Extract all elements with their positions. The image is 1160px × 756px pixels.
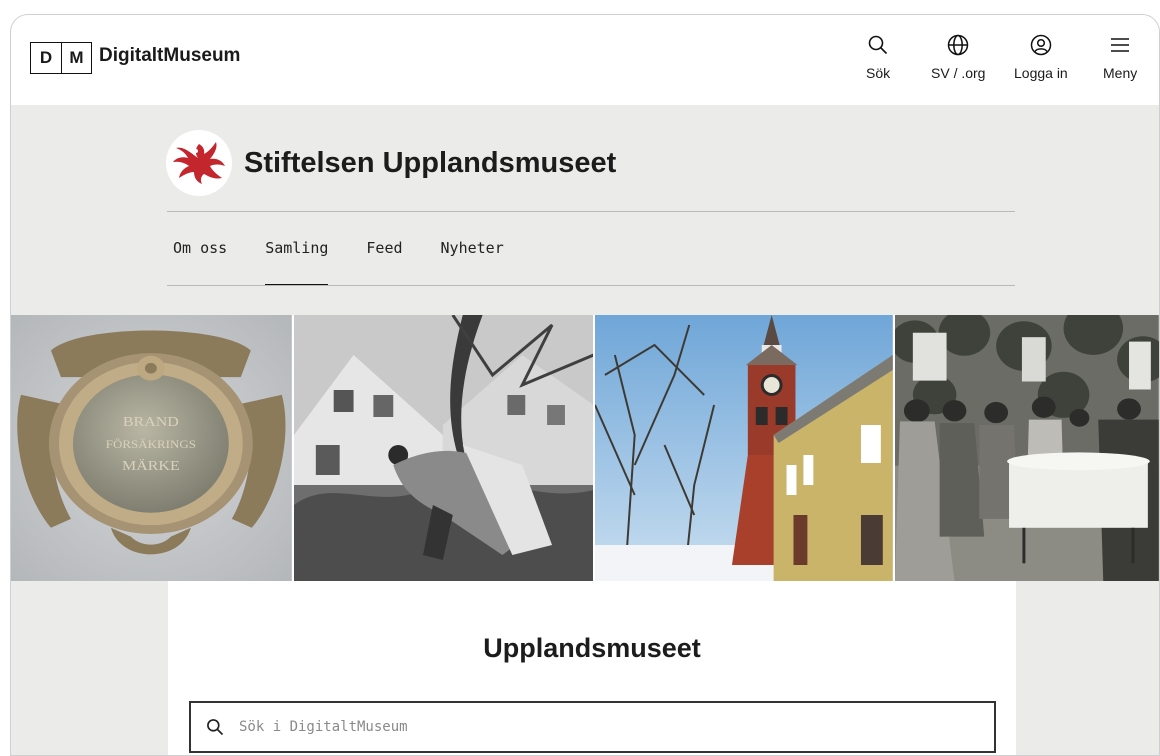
site-header: D M DigitaltMuseum Sök SV / .org Logga i… <box>11 15 1159 105</box>
search-icon <box>868 35 888 55</box>
tab-samling[interactable]: Samling <box>246 211 347 286</box>
org-header: Stiftelsen Upplandsmuseet <box>166 130 616 196</box>
group-photo[interactable] <box>893 315 1159 581</box>
login-label: Logga in <box>1014 65 1068 81</box>
search-field-icon <box>207 719 224 736</box>
museum-title: Upplandsmuseet <box>483 633 701 663</box>
search-label: Sök <box>866 65 891 81</box>
search-input[interactable] <box>239 712 959 742</box>
church-tower-photo[interactable] <box>593 315 894 581</box>
plaque-text-2: FÖRSÄKRINGS <box>106 438 196 451</box>
garden-photo[interactable] <box>291 315 594 581</box>
tab-nyheter[interactable]: Nyheter <box>422 211 523 286</box>
org-tabs: Om oss Samling Feed Nyheter <box>167 211 523 286</box>
plaque-text-3: MÄRKE <box>122 458 180 474</box>
tab-om-oss[interactable]: Om oss <box>167 211 246 286</box>
menu-icon <box>1111 38 1130 52</box>
search-button[interactable]: Sök <box>866 33 890 81</box>
login-button[interactable]: Logga in <box>1014 33 1068 81</box>
language-button[interactable]: SV / .org <box>931 33 985 81</box>
logo-letter-d: D <box>39 48 53 67</box>
dm-logo[interactable]: D M <box>30 42 92 74</box>
tab-feed[interactable]: Feed <box>347 211 421 286</box>
menu-button[interactable]: Meny <box>1103 33 1137 81</box>
language-label: SV / .org <box>931 65 986 81</box>
divider-bottom <box>167 285 1015 286</box>
plaque-image[interactable]: BRAND FÖRSÄKRINGS MÄRKE <box>11 315 292 581</box>
search-card: Upplandsmuseet <box>168 581 1016 755</box>
logo-letter-m: M <box>61 43 91 73</box>
red-eagle-emblem-icon <box>166 130 232 196</box>
browser-frame: D M DigitaltMuseum Sök SV / .org Logga i… <box>10 14 1160 756</box>
plaque-text-1: BRAND <box>123 415 179 430</box>
menu-label: Meny <box>1103 65 1138 81</box>
site-name[interactable]: DigitaltMuseum <box>99 45 240 67</box>
search-field[interactable] <box>189 701 996 753</box>
user-icon <box>1030 34 1052 56</box>
globe-icon <box>947 34 969 56</box>
org-title: Stiftelsen Upplandsmuseet <box>244 146 617 179</box>
collection-image-strip: BRAND FÖRSÄKRINGS MÄRKE <box>11 315 1159 581</box>
